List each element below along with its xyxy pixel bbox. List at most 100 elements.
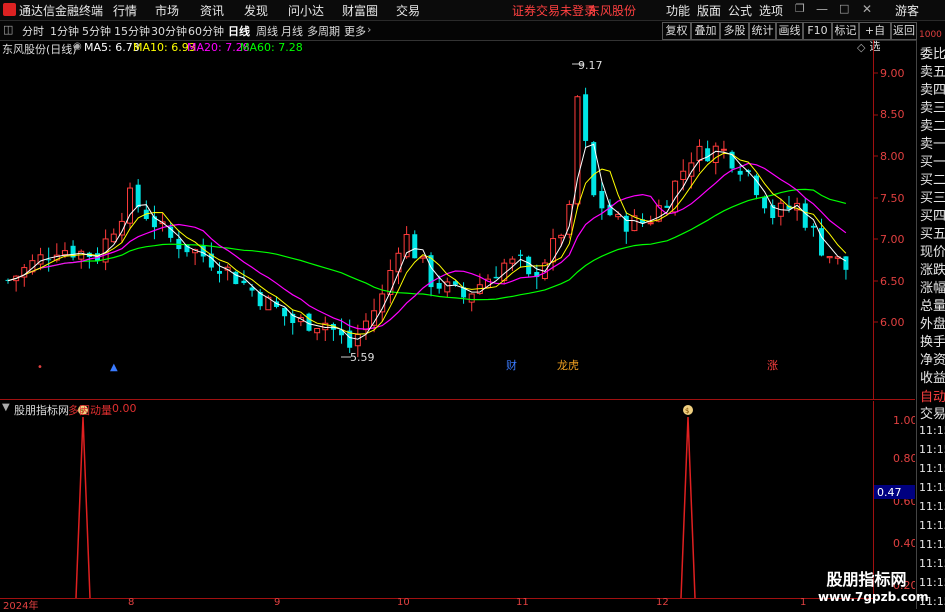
candle-body[interactable] <box>110 233 117 243</box>
longhu-marker[interactable]: 龙虎 <box>557 359 579 372</box>
menu-item-gongneng[interactable]: 功能 <box>666 2 690 19</box>
candle-body[interactable] <box>436 282 442 289</box>
candle-body[interactable] <box>680 170 687 180</box>
tab-period-fenshi[interactable]: 分时 <box>22 23 44 39</box>
menu-item-hangqing[interactable]: 行情 <box>113 2 137 19</box>
back-button[interactable]: 返回 <box>891 22 917 40</box>
tab-period-30min[interactable]: 30分钟 <box>151 23 187 39</box>
indicator-svg[interactable]: 1.00 0.80 0.60 0.40 0.20 0.47 $ $ <box>0 401 915 599</box>
quote-field-label: 现价 <box>920 245 945 260</box>
maximize-icon[interactable]: □ <box>839 2 849 15</box>
statistics-button[interactable]: 统计 <box>749 22 776 40</box>
candle-body[interactable] <box>737 170 743 175</box>
tick-time: 11:15 <box>919 557 945 570</box>
candle-body[interactable] <box>826 256 833 259</box>
event-marker-icon[interactable]: • <box>37 362 43 373</box>
menu-item-shichang[interactable]: 市场 <box>155 2 179 19</box>
candle-body[interactable] <box>664 205 670 208</box>
date-tick: 1 <box>800 597 807 608</box>
candle-body[interactable] <box>493 276 499 279</box>
menu-item-wenxiaoda[interactable]: 问小达 <box>288 2 324 19</box>
kline-chart-svg[interactable]: 9.00 8.50 8.00 7.50 7.00 6.50 6.00 9.17 … <box>0 40 915 400</box>
tab-period-monthly[interactable]: 月线 <box>281 23 303 39</box>
candle-body[interactable] <box>217 270 223 274</box>
indicator-dropdown-icon[interactable]: ▼ <box>2 402 10 413</box>
candlesticks[interactable] <box>5 87 849 358</box>
date-tick: 9 <box>274 597 281 608</box>
draw-line-button[interactable]: 画线 <box>776 22 803 40</box>
candle-body[interactable] <box>371 310 378 326</box>
menu-item-xuanxiang[interactable]: 选项 <box>759 2 783 19</box>
candle-body[interactable] <box>354 333 361 347</box>
quote-field-label: 买三 <box>920 191 945 206</box>
candle-body[interactable] <box>61 250 68 256</box>
candle-body[interactable] <box>762 196 768 209</box>
candle-body[interactable] <box>583 94 589 141</box>
candle-body[interactable] <box>802 203 808 228</box>
candle-body[interactable] <box>509 258 516 264</box>
candle-body[interactable] <box>135 184 141 208</box>
menu-item-zixun[interactable]: 资讯 <box>200 2 224 19</box>
tab-period-multi[interactable]: 多周期 <box>307 23 340 39</box>
candle-body[interactable] <box>696 145 703 161</box>
panel-toggle-icon[interactable]: ◫ <box>3 23 13 36</box>
candle-body[interactable] <box>705 148 711 162</box>
tab-period-daily[interactable]: 日线 <box>228 23 250 39</box>
f10-button[interactable]: F10 <box>803 22 832 40</box>
candle-body[interactable] <box>241 280 247 284</box>
tab-period-15min[interactable]: 15分钟 <box>114 23 150 39</box>
candle-body[interactable] <box>558 234 565 239</box>
candle-body[interactable] <box>712 145 719 164</box>
mark-button[interactable]: 标记 <box>832 22 859 40</box>
menu-item-caifuquan[interactable]: 财富圈 <box>342 2 378 19</box>
high-price-label: 9.17 <box>578 59 603 72</box>
candle-body[interactable] <box>720 148 727 151</box>
candle-body[interactable] <box>599 191 605 209</box>
candle-body[interactable] <box>550 238 557 263</box>
chart-menu-icon[interactable]: ◇ <box>857 41 865 54</box>
candle-body[interactable] <box>518 254 524 256</box>
multi-stock-button[interactable]: 多股 <box>720 22 749 40</box>
candle-body[interactable] <box>647 222 654 225</box>
menu-item-gongshi[interactable]: 公式 <box>728 2 752 19</box>
candle-body[interactable] <box>591 142 597 196</box>
close-icon[interactable]: ✕ <box>862 2 872 16</box>
candle-body[interactable] <box>314 328 321 334</box>
tab-period-weekly[interactable]: 周线 <box>256 23 278 39</box>
indicator-panel[interactable]: 1.00 0.80 0.60 0.40 0.20 0.47 $ $ ▼ 股朋指标… <box>0 401 915 599</box>
tab-period-1min[interactable]: 1分钟 <box>50 23 79 39</box>
settings-circle-icon[interactable]: ◉ <box>73 41 82 52</box>
indicator-name[interactable]: 股朋指标网 <box>14 402 69 418</box>
kline-chart-panel[interactable]: 9.00 8.50 8.00 7.50 7.00 6.50 6.00 9.17 … <box>0 40 915 400</box>
guest-label[interactable]: 游客 <box>895 2 919 19</box>
panel-top-value: 1000 <box>919 30 942 40</box>
caibao-marker[interactable]: 财 <box>506 358 517 372</box>
window-restore-icon[interactable]: ❐ <box>795 2 805 15</box>
candle-body[interactable] <box>412 234 418 259</box>
trade-label[interactable]: 交易 <box>920 403 945 422</box>
candle-body[interactable] <box>468 293 475 303</box>
ind-tick-100: 1.00 <box>893 414 915 427</box>
menu-item-faxian[interactable]: 发现 <box>244 2 268 19</box>
candle-body[interactable] <box>526 256 532 275</box>
tick-time: 11:15 <box>919 481 945 494</box>
fuquan-button[interactable]: 复权 <box>662 22 691 40</box>
minimize-icon[interactable]: — <box>816 2 828 16</box>
zhang-marker[interactable]: 涨 <box>767 359 778 372</box>
candle-body[interactable] <box>46 259 52 261</box>
menu-item-jiaoyi[interactable]: 交易 <box>396 2 420 19</box>
tab-period-5min[interactable]: 5分钟 <box>82 23 111 39</box>
event-triangle-icon[interactable]: ▲ <box>110 362 118 373</box>
candle-body[interactable] <box>843 256 849 270</box>
overlay-button[interactable]: 叠加 <box>691 22 720 40</box>
quote-side-panel[interactable]: 1000 委比 卖五 卖四 卖三 卖二 卖一 买一 买二 买三 买四 买五 现价 涨跌 涨幅 总量 外盘 换手净… <box>916 30 945 609</box>
quote-field-label: 卖三 <box>920 101 945 116</box>
menu-item-banmian[interactable]: 版面 <box>697 2 721 19</box>
chevron-right-icon[interactable]: › <box>367 23 371 36</box>
trade-login-warning[interactable]: 证券交易未登录 <box>512 2 596 19</box>
quote-field-label: 卖五 <box>920 65 945 80</box>
add-watchlist-button[interactable]: +自选 <box>859 22 891 53</box>
tab-period-60min[interactable]: 60分钟 <box>188 23 224 39</box>
tab-period-more[interactable]: 更多 <box>344 23 366 39</box>
candle-body[interactable] <box>810 225 816 228</box>
